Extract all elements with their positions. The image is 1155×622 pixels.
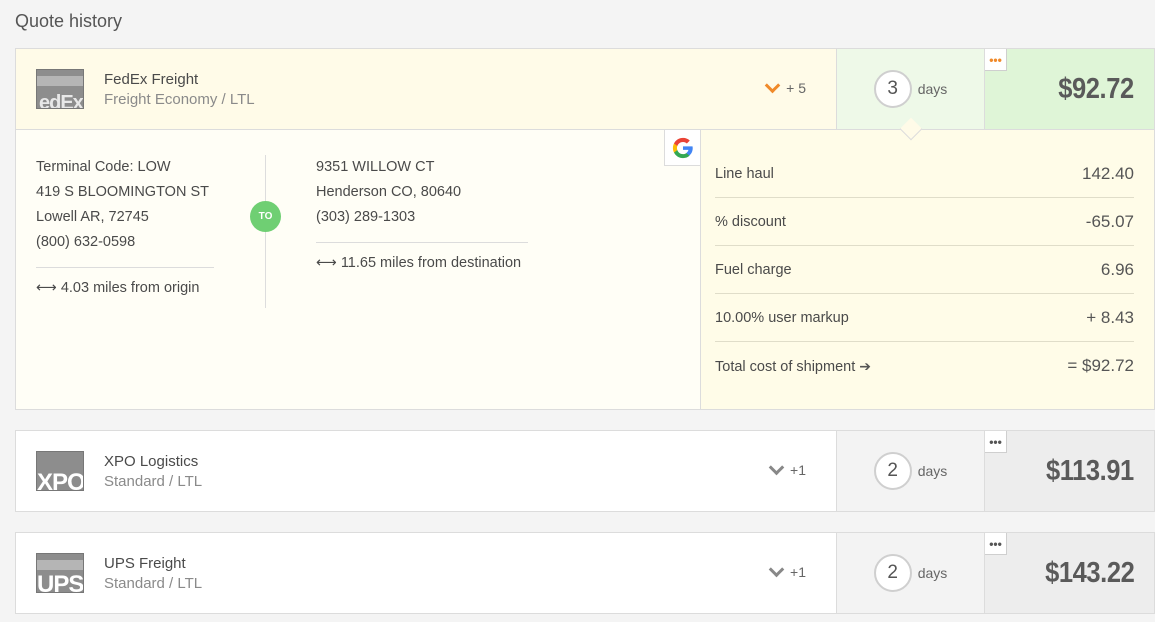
destination-street: 9351 WILLOW CT — [316, 159, 435, 175]
breakdown-label: Fuel charge — [715, 261, 792, 278]
quote-header[interactable]: edEx FedEx Freight Freight Economy / LTL… — [16, 49, 1154, 141]
price: $92.72 — [1058, 72, 1135, 105]
days-count: 2 — [873, 452, 912, 490]
breakdown-row: % discount -65.07 — [715, 198, 1134, 246]
chevron-down-icon — [764, 77, 781, 93]
price: $113.91 — [1046, 454, 1134, 487]
more-options-button[interactable]: ••• — [985, 431, 1007, 453]
breakdown-total-row[interactable]: Total cost of shipment ➔ = $92.72 — [715, 342, 1134, 390]
google-icon — [672, 137, 693, 158]
more-count: +1 — [790, 462, 806, 478]
transit-days: 2 days — [836, 533, 984, 613]
carrier-logo: UPS — [36, 553, 84, 593]
logo-text: XPO — [37, 469, 84, 491]
days-label: days — [917, 463, 948, 479]
destination-city: Henderson CO, 80640 — [316, 184, 462, 200]
destination-distance: ⟷ 11.65 miles from destination — [316, 242, 528, 271]
origin-block: Terminal Code: LOW 419 S BLOOMINGTON ST … — [36, 155, 214, 296]
breakdown-value: 142.40 — [1082, 163, 1134, 183]
logo-band — [37, 76, 83, 86]
quote-card-fedex: edEx FedEx Freight Freight Economy / LTL… — [15, 48, 1155, 410]
carrier-logo: XPO — [36, 451, 84, 491]
breakdown-total-label: Total cost of shipment ➔ — [715, 358, 871, 375]
breakdown-label: 10.00% user markup — [715, 309, 849, 326]
breakdown-row: Fuel charge 6.96 — [715, 246, 1134, 294]
more-quotes-toggle[interactable]: + 5 — [764, 77, 806, 96]
transit-days: 3 days — [836, 49, 984, 141]
price-cell[interactable]: ••• $143.22 — [984, 533, 1154, 613]
destination-block: 9351 WILLOW CT Henderson CO, 80640 (303)… — [316, 155, 528, 271]
more-count: + 5 — [786, 80, 806, 96]
breakdown-label: % discount — [715, 213, 786, 230]
carrier-name: FedEx Freight — [104, 71, 199, 88]
price-cell[interactable]: ••• $113.91 — [984, 431, 1154, 511]
price-cell[interactable]: ••• $92.72 — [984, 49, 1154, 129]
carrier-text: FedEx Freight Freight Economy / LTL — [104, 70, 255, 110]
breakdown-value: + 8.43 — [1086, 307, 1134, 327]
days-count: 3 — [873, 70, 912, 108]
carrier-cell[interactable]: XPO XPO Logistics Standard / LTL +1 — [16, 431, 836, 511]
to-badge: TO — [250, 201, 281, 232]
carrier-service: Freight Economy / LTL — [104, 91, 255, 108]
quote-detail: Terminal Code: LOW 419 S BLOOMINGTON ST … — [16, 129, 1154, 409]
breakdown-total-value: = $92.72 — [1067, 356, 1134, 375]
carrier-service: Standard / LTL — [104, 473, 203, 490]
quote-header[interactable]: UPS UPS Freight Standard / LTL +1 2 days… — [16, 533, 1154, 613]
breakdown-row: 10.00% user markup + 8.43 — [715, 294, 1134, 342]
google-map-button[interactable] — [664, 130, 700, 166]
more-quotes-toggle[interactable]: +1 — [768, 459, 806, 478]
days-count: 2 — [873, 554, 912, 592]
days-label: days — [917, 565, 948, 581]
arrow-right-icon: ➔ — [859, 357, 871, 374]
transit-days: 2 days — [836, 431, 984, 511]
total-label-text: Total cost of shipment — [715, 358, 856, 375]
origin-phone: (800) 632-0598 — [36, 234, 136, 250]
carrier-name: XPO Logistics — [104, 453, 199, 470]
quote-card-xpo: XPO XPO Logistics Standard / LTL +1 2 da… — [15, 430, 1155, 512]
carrier-text: XPO Logistics Standard / LTL — [104, 452, 202, 492]
breakdown-value: 6.96 — [1100, 259, 1134, 279]
breakdown-value: -65.07 — [1085, 211, 1134, 231]
more-options-button[interactable]: ••• — [985, 49, 1007, 71]
days-label: days — [917, 81, 948, 97]
carrier-service: Standard / LTL — [104, 575, 203, 592]
cost-breakdown: Line haul 142.40 % discount -65.07 Fuel … — [700, 130, 1154, 409]
logo-band — [37, 560, 83, 570]
origin-city: Lowell AR, 72745 — [36, 209, 149, 225]
quote-card-ups: UPS UPS Freight Standard / LTL +1 2 days… — [15, 532, 1155, 614]
breakdown-label: Line haul — [715, 165, 774, 182]
origin-terminal: Terminal Code: LOW — [36, 159, 171, 175]
logo-text: UPS — [37, 571, 84, 593]
origin-distance: ⟷ 4.03 miles from origin — [36, 267, 214, 296]
chevron-down-icon — [768, 561, 785, 577]
carrier-cell[interactable]: edEx FedEx Freight Freight Economy / LTL… — [16, 49, 836, 129]
logo-text: edEx — [39, 92, 83, 109]
more-options-button[interactable]: ••• — [985, 533, 1007, 555]
quote-header[interactable]: XPO XPO Logistics Standard / LTL +1 2 da… — [16, 431, 1154, 511]
breakdown-row: Line haul 142.40 — [715, 150, 1134, 198]
route-area: Terminal Code: LOW 419 S BLOOMINGTON ST … — [16, 130, 700, 409]
page-title: Quote history — [15, 11, 123, 31]
carrier-cell[interactable]: UPS UPS Freight Standard / LTL +1 — [16, 533, 836, 613]
more-quotes-toggle[interactable]: +1 — [768, 561, 806, 580]
chevron-down-icon — [768, 459, 785, 475]
price: $143.22 — [1044, 556, 1135, 589]
carrier-name: UPS Freight — [104, 555, 186, 572]
carrier-logo: edEx — [36, 69, 84, 109]
more-count: +1 — [790, 564, 806, 580]
carrier-text: UPS Freight Standard / LTL — [104, 554, 202, 594]
origin-street: 419 S BLOOMINGTON ST — [36, 184, 209, 200]
destination-phone: (303) 289-1303 — [316, 209, 416, 225]
